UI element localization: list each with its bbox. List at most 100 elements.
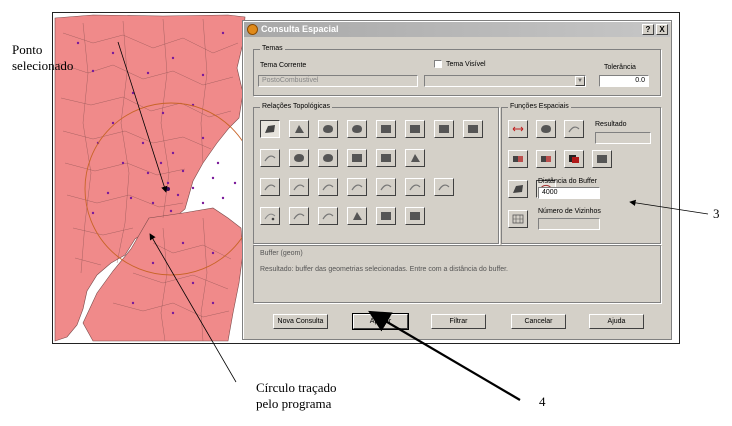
- resultado-label: Resultado: [595, 121, 627, 128]
- annotation-circulo-line1: Círculo traçado: [256, 380, 337, 395]
- tolerancia-label: Tolerância: [604, 64, 636, 71]
- annotation-4: 4: [539, 394, 546, 409]
- relacao-button-3-5[interactable]: [376, 178, 396, 196]
- xor-tool-button-icon: [597, 155, 607, 163]
- relacao-button-4-5-icon: [381, 212, 391, 220]
- relacao-button-1-6-icon: [410, 125, 420, 133]
- relacao-button-1-8[interactable]: [463, 120, 483, 138]
- consulta-espacial-dialog: Consulta Espacial ? X Temas Tema Corrent…: [242, 20, 672, 340]
- tema-visivel-select[interactable]: ▼: [424, 75, 586, 87]
- relacao-button-1-5-icon: [381, 125, 391, 133]
- relacao-button-2-5-icon: [381, 154, 391, 162]
- relacao-button-1-1-icon: [265, 125, 275, 133]
- relacao-button-3-2[interactable]: [289, 178, 309, 196]
- aplicar-button[interactable]: Aplicar: [352, 313, 409, 330]
- xor-tool-button[interactable]: [592, 150, 612, 168]
- tema-visivel-label: Tema Visível: [446, 61, 486, 68]
- relacao-button-1-2-icon: [295, 125, 304, 133]
- relacao-button-4-3[interactable]: [318, 207, 338, 225]
- relacao-button-3-1-icon: [264, 184, 276, 191]
- nova-consulta-button[interactable]: Nova Consulta: [273, 314, 328, 329]
- chevron-down-icon[interactable]: ▼: [575, 76, 585, 86]
- cancelar-button[interactable]: Cancelar: [511, 314, 566, 329]
- nearest-tool-button[interactable]: [536, 120, 556, 138]
- relacao-button-3-3[interactable]: [318, 178, 338, 196]
- vizinhos-label: Número de Vizinhos: [538, 208, 601, 215]
- relacao-button-2-6[interactable]: [405, 149, 425, 167]
- relacao-button-1-3[interactable]: [318, 120, 338, 138]
- funcoes-group-label: Funções Espaciais: [508, 102, 571, 112]
- relacao-button-4-3-icon: [322, 213, 334, 220]
- app-icon: [247, 24, 258, 35]
- resultado-field[interactable]: [595, 132, 651, 144]
- filtrar-button[interactable]: Filtrar: [431, 314, 486, 329]
- distancia-tool-button[interactable]: [508, 120, 528, 138]
- relacao-button-1-6[interactable]: [405, 120, 425, 138]
- relacao-button-3-4-icon: [351, 184, 363, 191]
- distancia-label: Distância do Buffer: [538, 178, 598, 185]
- relacao-button-3-7[interactable]: [434, 178, 454, 196]
- close-button[interactable]: X: [656, 24, 668, 35]
- temas-group: Temas Tema Corrente PostoCombustivel Tem…: [253, 44, 661, 96]
- relacao-button-1-5[interactable]: [376, 120, 396, 138]
- relacao-button-4-2-icon: [293, 213, 305, 220]
- intersect-tool-button[interactable]: [508, 150, 528, 168]
- relacao-button-3-4[interactable]: [347, 178, 367, 196]
- ajuda-button[interactable]: Ajuda: [589, 314, 644, 329]
- relacao-button-2-6-icon: [411, 154, 420, 162]
- relacao-button-2-1[interactable]: [260, 149, 280, 167]
- difference-tool-button-icon: [541, 156, 551, 162]
- vizinhos-tool-button[interactable]: [508, 210, 528, 228]
- relacao-button-3-2-icon: [293, 184, 305, 191]
- relacao-button-4-2[interactable]: [289, 207, 309, 225]
- relacoes-group: Relações Topológicas: [253, 102, 499, 244]
- relacao-button-3-6[interactable]: [405, 178, 425, 196]
- centroid-tool-button-icon: [513, 185, 523, 193]
- relacao-button-1-7[interactable]: [434, 120, 454, 138]
- tolerancia-input[interactable]: 0.0: [599, 75, 649, 87]
- relacao-button-4-1[interactable]: [260, 207, 280, 225]
- funcoes-group: Funções Espaciais Resultado Distância do…: [501, 102, 661, 244]
- relacao-button-3-5-icon: [380, 184, 392, 191]
- distancia-input[interactable]: 4000: [538, 187, 600, 199]
- relacao-button-2-2-icon: [294, 154, 304, 162]
- relacao-button-2-4-icon: [352, 154, 362, 162]
- relacao-button-1-1[interactable]: [260, 120, 280, 138]
- relacao-button-3-6-icon: [409, 184, 421, 191]
- nearest-tool-button-icon: [541, 125, 551, 133]
- annotation-ponto: Ponto selecionado: [12, 42, 73, 74]
- info-text: Resultado: buffer das geometrias selecio…: [260, 266, 509, 273]
- relacao-button-4-5[interactable]: [376, 207, 396, 225]
- relacao-button-1-2[interactable]: [289, 120, 309, 138]
- annotation-circulo-line2: pelo programa: [256, 396, 332, 411]
- annotation-ponto-line2: selecionado: [12, 58, 74, 73]
- difference-tool-button[interactable]: [536, 150, 556, 168]
- annotation-circulo: Círculo traçado pelo programa: [256, 380, 337, 412]
- relacao-button-3-3-icon: [322, 184, 334, 191]
- relacao-button-2-5[interactable]: [376, 149, 396, 167]
- temas-group-label: Temas: [260, 44, 285, 54]
- relacao-button-1-3-icon: [323, 125, 333, 133]
- relacao-button-3-7-icon: [438, 184, 450, 191]
- relacao-button-4-6[interactable]: [405, 207, 425, 225]
- relacao-button-1-7-icon: [439, 125, 449, 133]
- help-button[interactable]: ?: [642, 24, 654, 35]
- union-tool-button[interactable]: [564, 150, 584, 168]
- vizinhos-field[interactable]: [538, 218, 600, 230]
- intersect-tool-button-icon: [513, 156, 523, 162]
- dialog-titlebar[interactable]: Consulta Espacial ? X: [244, 22, 670, 37]
- info-panel: Buffer (geom) Resultado: buffer das geom…: [253, 245, 661, 303]
- relacao-button-2-2[interactable]: [289, 149, 309, 167]
- relacao-button-4-4[interactable]: [347, 207, 367, 225]
- relacao-button-2-3[interactable]: [318, 149, 338, 167]
- centroid-tool-button[interactable]: [508, 180, 528, 198]
- relacao-button-1-4-icon: [352, 125, 362, 133]
- relacao-button-3-1[interactable]: [260, 178, 280, 196]
- tema-visivel-checkbox[interactable]: [434, 60, 442, 68]
- relacao-button-2-4[interactable]: [347, 149, 367, 167]
- length-tool-button[interactable]: [564, 120, 584, 138]
- tema-corrente-field[interactable]: PostoCombustivel: [258, 75, 418, 87]
- annotation-ponto-line1: Ponto: [12, 42, 43, 57]
- relacao-button-4-6-icon: [410, 212, 420, 220]
- relacao-button-1-4[interactable]: [347, 120, 367, 138]
